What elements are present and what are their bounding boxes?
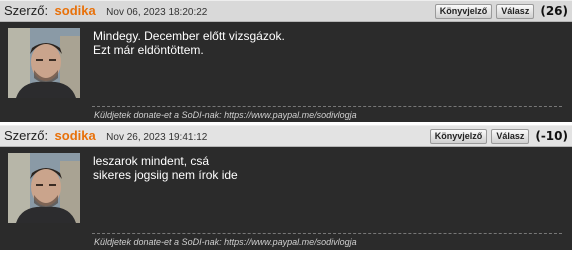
signature: Küldjetek donate-et a SoDI-nak: https://… — [94, 110, 357, 120]
message-line: Ezt már eldöntöttem. — [93, 43, 204, 57]
message-line: sikeres jogsiig nem írok ide — [93, 168, 238, 182]
signature-divider — [92, 233, 562, 234]
post-date: Nov 06, 2023 18:20:22 — [106, 7, 208, 18]
post-date: Nov 26, 2023 19:41:12 — [106, 132, 208, 143]
message-line: leszarok mindent, csá — [93, 154, 210, 168]
post-score: (-10) — [535, 129, 568, 143]
forum-post: Szerző: sodika Nov 26, 2023 19:41:12 Kön… — [0, 125, 572, 250]
post-header: Szerző: sodika Nov 26, 2023 19:41:12 Kön… — [0, 125, 572, 147]
author-name[interactable]: sodika — [55, 3, 96, 18]
post-message: leszarok mindent, csá sikeres jogsiig ne… — [93, 154, 553, 182]
post-score: (26) — [540, 4, 568, 18]
signature: Küldjetek donate-et a SoDI-nak: https://… — [94, 237, 357, 247]
post-body: Mindegy. December előtt vizsgázok. Ezt m… — [0, 22, 572, 123]
author-label: Szerző: — [4, 128, 49, 143]
reply-button[interactable]: Válasz — [491, 128, 530, 144]
forum-post: Szerző: sodika Nov 06, 2023 18:20:22 Kön… — [0, 0, 572, 122]
bookmark-button[interactable]: Könyvjelző — [434, 3, 493, 19]
post-body: leszarok mindent, csá sikeres jogsiig ne… — [0, 147, 572, 251]
avatar[interactable] — [8, 153, 80, 223]
message-line: Mindegy. December előtt vizsgázok. — [93, 29, 285, 43]
user-avatar-photo-icon — [8, 153, 80, 223]
reply-button[interactable]: Válasz — [496, 3, 535, 19]
post-message: Mindegy. December előtt vizsgázok. Ezt m… — [93, 29, 553, 57]
post-header: Szerző: sodika Nov 06, 2023 18:20:22 Kön… — [0, 0, 572, 22]
avatar[interactable] — [8, 28, 80, 98]
bookmark-button[interactable]: Könyvjelző — [429, 128, 488, 144]
signature-divider — [92, 106, 562, 107]
user-avatar-photo-icon — [8, 28, 80, 98]
author-label: Szerző: — [4, 3, 49, 18]
author-name[interactable]: sodika — [55, 128, 96, 143]
